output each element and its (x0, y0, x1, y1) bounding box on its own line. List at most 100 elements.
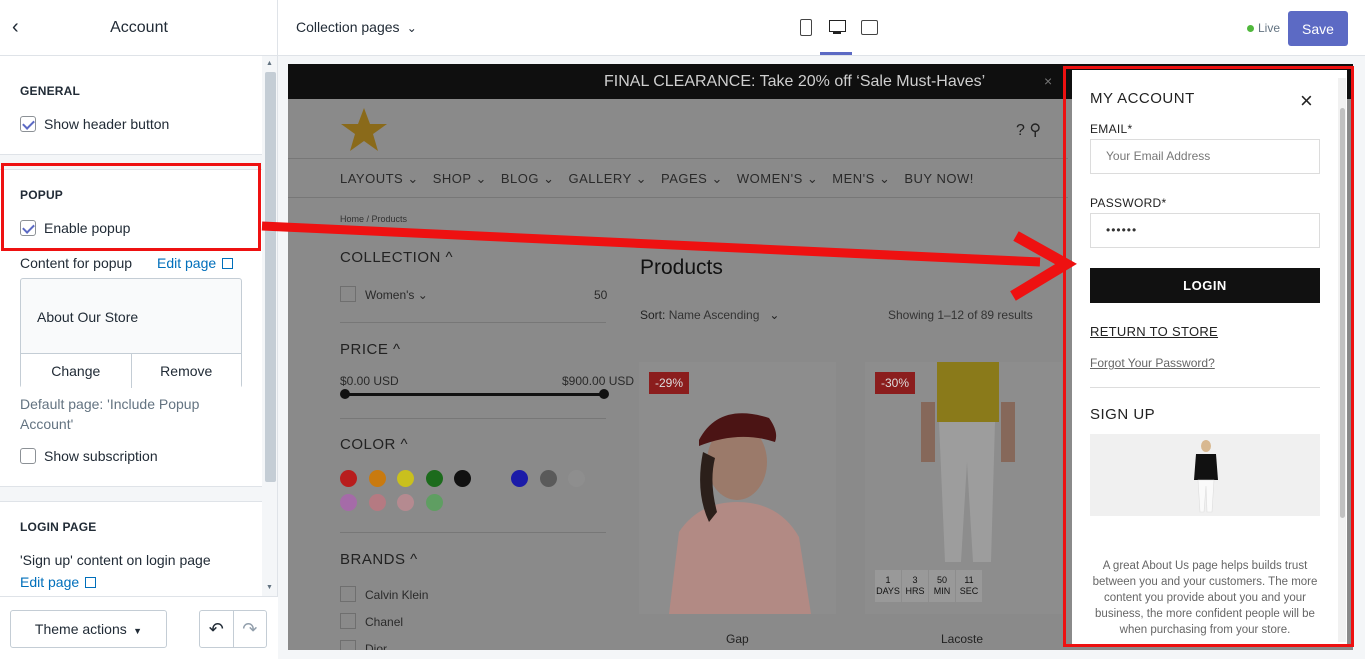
filter-divider (340, 322, 606, 323)
popup-page-card: About Our Store Change Remove (20, 278, 242, 388)
color-filter-title[interactable]: COLOR ^ (340, 436, 408, 453)
color-swatch[interactable] (397, 470, 414, 487)
countdown-seconds: 11 SEC (956, 570, 982, 602)
color-swatch[interactable] (340, 494, 357, 511)
page-selector-dropdown[interactable]: Collection pages ⌄ (296, 19, 417, 35)
sort-value: Name Ascending (668, 308, 760, 322)
sidebar-scrollbar[interactable]: ▲ ▼ (262, 56, 278, 596)
brand-checkbox[interactable] (340, 613, 356, 629)
product-name[interactable]: Lacoste (941, 632, 983, 646)
color-swatch[interactable] (340, 470, 357, 487)
price-min: $0.00 USD (340, 374, 399, 388)
nav-item-womens[interactable]: WOMEN'S ⌄ (737, 171, 818, 187)
content-for-popup-label: Content for popup (20, 255, 133, 271)
login-edit-page-link[interactable]: Edit page (20, 574, 97, 590)
sidebar-title: Account (110, 19, 168, 36)
color-swatch[interactable] (482, 470, 500, 487)
login-page-section-title: LOGIN PAGE (20, 520, 97, 534)
fullscreen-view-icon[interactable] (860, 18, 878, 36)
section-divider (0, 486, 262, 502)
scrollbar-thumb[interactable] (265, 72, 276, 482)
nav-item-mens[interactable]: MEN'S ⌄ (832, 171, 890, 187)
checkbox-checked-icon (20, 116, 36, 132)
price-max: $900.00 USD (562, 374, 635, 388)
price-slider-min-handle[interactable] (340, 389, 350, 399)
nav-item-shop[interactable]: SHOP ⌄ (433, 171, 487, 187)
product-photo-model (639, 362, 836, 614)
brand-checkbox[interactable] (340, 586, 356, 602)
nav-item-blog[interactable]: BLOG ⌄ (501, 171, 555, 187)
general-section-title: GENERAL (20, 84, 81, 98)
login-edit-page-label: Edit page (20, 574, 80, 590)
color-swatch[interactable] (568, 470, 585, 487)
products-title: Products (640, 256, 723, 279)
color-swatch[interactable] (539, 470, 557, 487)
color-swatch[interactable] (454, 470, 471, 487)
change-button[interactable]: Change (21, 354, 131, 388)
live-label: Live (1258, 21, 1281, 35)
undo-icon[interactable]: ↶ (200, 611, 233, 647)
mobile-view-icon[interactable] (796, 18, 814, 36)
theme-actions-label: Theme actions (34, 621, 127, 637)
color-swatch[interactable] (368, 470, 386, 487)
breadcrumb[interactable]: Home / Products (340, 214, 407, 224)
show-subscription-label: Show subscription (44, 448, 158, 464)
brand-checkbox[interactable] (340, 640, 356, 650)
brand-item[interactable]: Chanel (365, 615, 403, 629)
sort-label: Sort: (640, 308, 666, 322)
edit-page-link[interactable]: Edit page (157, 255, 234, 271)
account-popup-highlight (1063, 66, 1354, 647)
theme-actions-button[interactable]: Theme actions ▼ (10, 610, 167, 648)
color-swatch[interactable] (368, 494, 386, 511)
filter-divider (340, 418, 606, 419)
collection-count: 50 (594, 288, 608, 302)
desktop-view-icon[interactable] (828, 18, 846, 36)
external-link-icon (222, 258, 234, 269)
nav-item-gallery[interactable]: GALLERY ⌄ (569, 171, 648, 187)
nav-item-buy-now[interactable]: BUY NOW! (904, 171, 974, 187)
show-header-button-checkbox[interactable]: Show header button (20, 116, 169, 132)
save-button[interactable]: Save (1288, 11, 1348, 46)
countdown-timer: 1 DAYS 3 HRS 50 MIN 11 SEC (875, 570, 982, 602)
sidebar-header: ‹ Account (0, 0, 278, 56)
announcement-close-icon[interactable]: × (1044, 64, 1052, 99)
filter-divider (340, 532, 606, 533)
brands-filter-title[interactable]: BRANDS ^ (340, 551, 418, 568)
color-swatch[interactable] (425, 470, 443, 487)
color-swatch[interactable] (511, 470, 528, 487)
show-subscription-checkbox[interactable]: Show subscription (20, 448, 158, 464)
scroll-up-icon[interactable]: ▲ (266, 60, 273, 67)
signup-content-label: 'Sign up' content on login page (20, 552, 211, 568)
color-swatch[interactable] (425, 494, 443, 511)
nav-item-pages[interactable]: PAGES ⌄ (661, 171, 723, 187)
price-filter-title[interactable]: PRICE ^ (340, 341, 401, 358)
popup-page-title: About Our Store (37, 309, 139, 325)
caret-down-icon: ▼ (130, 626, 143, 636)
product-image[interactable]: -29% (639, 362, 836, 614)
page-selector-label: Collection pages (296, 19, 400, 35)
live-dot-icon (1247, 25, 1254, 32)
price-slider-track[interactable] (344, 393, 604, 396)
popup-section-highlight (1, 163, 261, 251)
price-slider-max-handle[interactable] (599, 389, 609, 399)
device-switcher (796, 18, 878, 36)
sort-dropdown[interactable]: Sort: Name Ascending ⌄ (640, 308, 780, 322)
product-name[interactable]: Gap (726, 632, 749, 646)
chevron-down-icon: ⌄ (762, 308, 780, 322)
brand-item[interactable]: Dior (365, 642, 387, 650)
store-logo-star-icon[interactable] (340, 106, 388, 154)
scroll-down-icon[interactable]: ▼ (266, 584, 273, 591)
header-icons[interactable]: ? ⚲ (1016, 120, 1041, 140)
collection-filter-title[interactable]: COLLECTION ^ (340, 249, 453, 266)
brand-item[interactable]: Calvin Klein (365, 588, 428, 602)
collection-checkbox[interactable] (340, 286, 356, 302)
card-actions: Change Remove (21, 353, 241, 388)
results-count: Showing 1–12 of 89 results (888, 308, 1033, 322)
remove-button[interactable]: Remove (130, 354, 242, 388)
default-page-hint: Default page: 'Include Popup Account' (20, 396, 200, 432)
color-swatch[interactable] (397, 494, 414, 511)
product-image[interactable]: -30% 1 DAYS 3 HRS 50 MIN 11 SEC (865, 362, 1062, 614)
redo-icon[interactable]: ↷ (232, 611, 267, 647)
nav-item-layouts[interactable]: LAYOUTS ⌄ (340, 171, 419, 187)
collection-item[interactable]: Women's ⌄ (365, 288, 428, 302)
